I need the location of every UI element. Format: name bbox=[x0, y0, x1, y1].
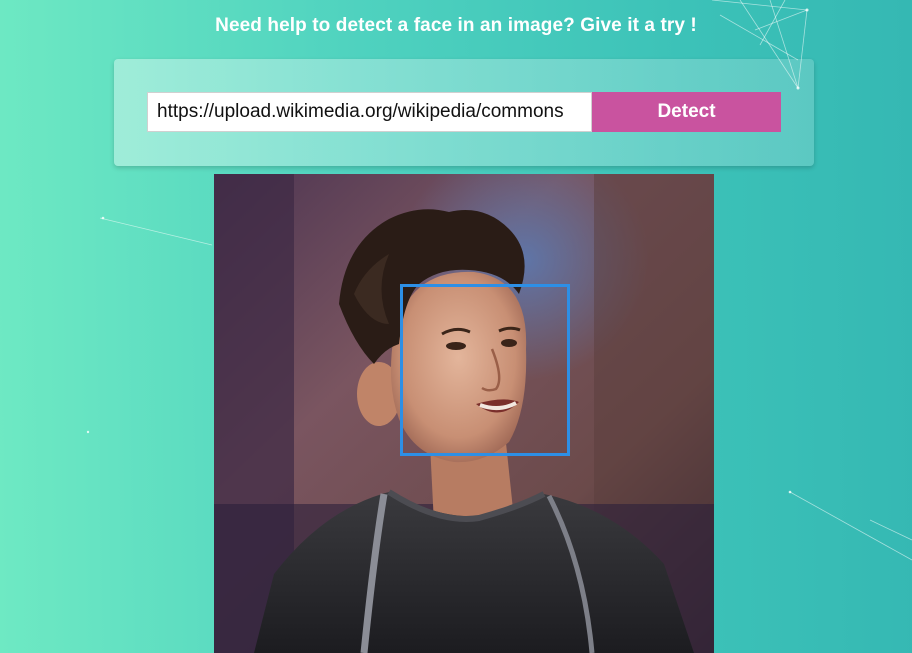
detect-form-panel: Detect bbox=[114, 59, 814, 166]
detected-face-box bbox=[400, 284, 570, 456]
page-title: Need help to detect a face in an image? … bbox=[215, 15, 697, 36]
result-image bbox=[214, 174, 714, 653]
detect-button[interactable]: Detect bbox=[592, 92, 781, 132]
image-url-input[interactable] bbox=[147, 92, 592, 132]
